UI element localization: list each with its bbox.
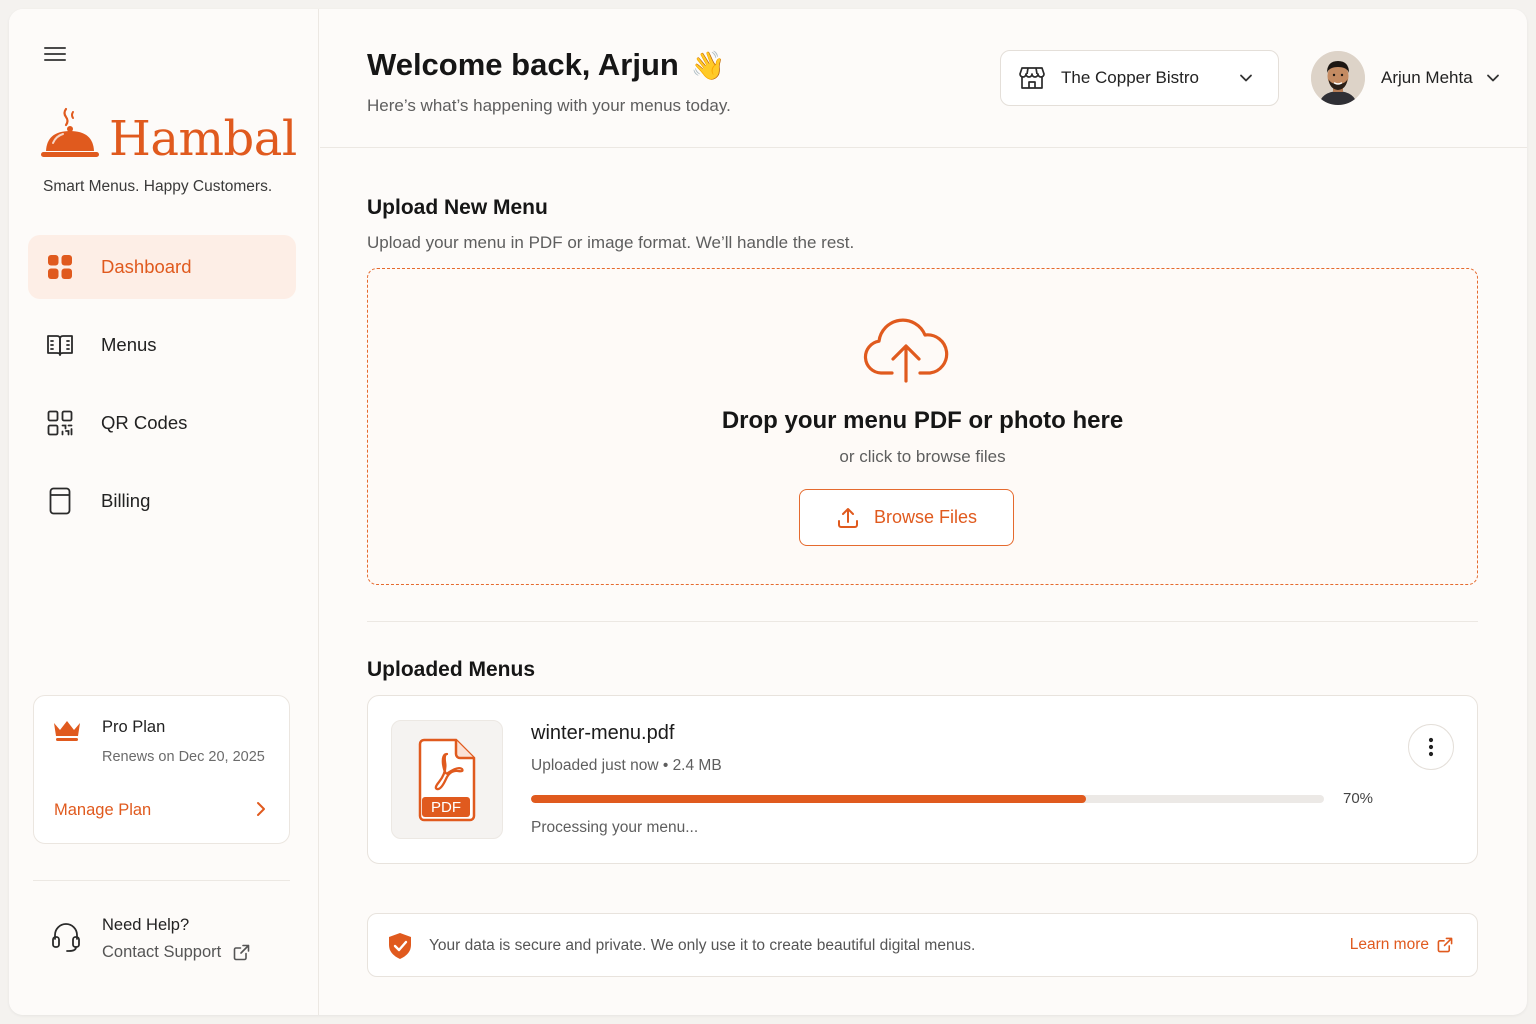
- page-title: Welcome back, Arjun 👋: [367, 47, 726, 83]
- processing-status: Processing your menu...: [531, 819, 699, 836]
- page-header: Welcome back, Arjun 👋 Here’s what’s happ…: [320, 9, 1527, 148]
- plan-card: Pro Plan Renews on Dec 20, 2025 Manage P…: [33, 695, 290, 844]
- file-thumbnail: PDF: [391, 720, 503, 839]
- cloche-logo-icon: [41, 107, 99, 157]
- external-link-icon: [1437, 937, 1453, 953]
- brand-tagline: Smart Menus. Happy Customers.: [43, 178, 273, 195]
- plan-renewal-date: Renews on Dec 20, 2025: [102, 749, 265, 765]
- sidebar-item-menus[interactable]: Menus: [28, 313, 296, 377]
- user-name: Arjun Mehta: [1381, 68, 1473, 87]
- more-vertical-icon: [1428, 737, 1434, 757]
- app-window: Hambal Smart Menus. Happy Customers. Das…: [9, 9, 1527, 1015]
- chevron-right-icon[interactable]: [255, 800, 267, 818]
- dropzone-subtitle: or click to browse files: [839, 447, 1006, 466]
- file-name: winter-menu.pdf: [531, 722, 675, 744]
- sidebar-item-billing[interactable]: Billing: [28, 469, 296, 533]
- sidebar: Hambal Smart Menus. Happy Customers. Das…: [9, 9, 319, 1015]
- manage-plan-link[interactable]: Manage Plan: [54, 801, 151, 820]
- avatar: [1311, 51, 1365, 105]
- store-icon: [1019, 67, 1045, 89]
- grid-icon: [46, 253, 74, 281]
- welcome-text: Welcome back, Arjun: [367, 47, 679, 82]
- main-content: Welcome back, Arjun 👋 Here’s what’s happ…: [320, 9, 1527, 1015]
- chevron-down-icon: [1486, 74, 1499, 82]
- qr-code-icon: [46, 409, 74, 437]
- restaurant-name: The Copper Bistro: [1061, 68, 1199, 87]
- learn-more-label: Learn more: [1349, 936, 1429, 953]
- help-title: Need Help?: [102, 916, 190, 934]
- progress-bar: [531, 795, 1324, 803]
- restaurant-selector[interactable]: The Copper Bistro: [1000, 50, 1279, 106]
- file-dropzone[interactable]: Drop your menu PDF or photo here or clic…: [367, 268, 1478, 585]
- security-notice-text: Your data is secure and private. We only…: [429, 937, 976, 954]
- upload-section-title: Upload New Menu: [367, 196, 548, 219]
- progress-fill: [531, 795, 1087, 803]
- cloud-upload-icon: [863, 318, 949, 383]
- uploaded-file-card: PDF winter-menu.pdf Uploaded just now • …: [367, 695, 1478, 864]
- sidebar-item-label: Dashboard: [101, 256, 192, 277]
- security-notice: Your data is secure and private. We only…: [367, 913, 1478, 977]
- contact-support-link[interactable]: Contact Support: [102, 943, 250, 962]
- pdf-file-icon: PDF: [418, 738, 476, 821]
- sidebar-nav: Dashboard Menus QR Codes Billing: [28, 235, 296, 547]
- file-options-button[interactable]: [1408, 724, 1454, 770]
- plan-title: Pro Plan: [102, 718, 166, 736]
- learn-more-link[interactable]: Learn more: [1350, 936, 1453, 954]
- sidebar-item-qr-codes[interactable]: QR Codes: [28, 391, 296, 455]
- dropzone-title: Drop your menu PDF or photo here: [721, 407, 1124, 434]
- shield-check-icon: [389, 933, 411, 959]
- sidebar-item-dashboard[interactable]: Dashboard: [28, 235, 296, 299]
- upload-icon: [837, 507, 858, 528]
- upload-section-subtitle: Upload your menu in PDF or image format.…: [367, 233, 855, 252]
- contact-support-label: Contact Support: [102, 943, 222, 961]
- headset-icon: [52, 923, 80, 952]
- sidebar-item-label: QR Codes: [101, 412, 188, 433]
- page-subtitle: Here’s what’s happening with your menus …: [367, 96, 731, 115]
- chevron-down-icon: [1240, 74, 1252, 82]
- billing-icon: [46, 487, 74, 515]
- browse-files-label: Browse Files: [873, 507, 978, 527]
- book-icon: [46, 331, 74, 359]
- user-menu[interactable]: Arjun Mehta: [1311, 50, 1501, 106]
- file-meta: Uploaded just now • 2.4 MB: [531, 757, 722, 774]
- sidebar-item-label: Billing: [101, 490, 151, 511]
- brand-name: Hambal: [109, 111, 297, 167]
- uploaded-section-title: Uploaded Menus: [367, 658, 536, 681]
- pdf-badge-label: PDF: [431, 799, 461, 816]
- external-link-icon: [233, 944, 250, 961]
- browse-files-button[interactable]: Browse Files: [799, 489, 1014, 546]
- waving-hand-icon: 👋: [690, 49, 726, 81]
- logo: Hambal: [39, 105, 297, 163]
- sidebar-item-label: Menus: [101, 334, 157, 355]
- menu-toggle-icon[interactable]: [42, 43, 68, 65]
- crown-icon: [54, 721, 80, 741]
- sidebar-divider: [33, 880, 290, 881]
- progress-percentage: 70%: [1343, 790, 1374, 807]
- section-divider: [367, 621, 1478, 622]
